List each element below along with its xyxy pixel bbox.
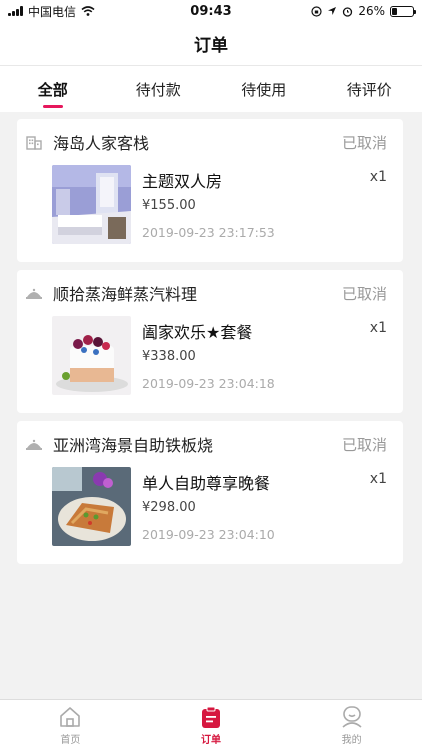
order-card-header[interactable]: 顺拾蒸海鲜蒸汽料理 已取消 xyxy=(17,270,403,316)
page-title: 订单 xyxy=(194,36,228,56)
tab-all[interactable]: 全部 xyxy=(0,66,106,112)
order-time: 2019-09-23 23:17:53 xyxy=(142,225,275,240)
order-card-body[interactable]: 主题双人房 ¥155.00 2019-09-23 23:17:53 x1 xyxy=(17,165,403,244)
order-time: 2019-09-23 23:04:10 xyxy=(142,527,275,542)
tab-label: 待使用 xyxy=(241,80,287,99)
carrier-label: 中国电信 xyxy=(28,4,77,19)
tab-bar-label: 我的 xyxy=(341,734,362,746)
nav-bar: 订单 xyxy=(0,22,422,66)
quantity: x1 xyxy=(369,320,387,336)
battery-percent: 26% xyxy=(358,4,385,18)
product-price: ¥155.00 xyxy=(142,198,196,213)
order-card-header[interactable]: 海岛人家客栈 已取消 xyxy=(17,119,403,165)
status-bar-right: 26% xyxy=(311,4,416,18)
tab-bar-label: 首页 xyxy=(60,734,81,746)
battery-icon xyxy=(390,5,416,17)
tab-pending-review[interactable]: 待评价 xyxy=(317,66,422,112)
product-image xyxy=(52,316,131,395)
status-bar-left: 中国电信 xyxy=(8,3,95,20)
product-price: ¥338.00 xyxy=(142,349,196,364)
bottom-tab-bar: 首页 订单 我的 xyxy=(0,699,422,750)
order-status: 已取消 xyxy=(341,284,387,303)
home-icon xyxy=(60,706,81,727)
product-name: 单人自助尊享晚餐 xyxy=(142,474,271,493)
product-info: 主题双人房 ¥155.00 2019-09-23 23:17:53 xyxy=(142,165,387,244)
order-status: 已取消 xyxy=(341,133,387,152)
product-image xyxy=(52,165,131,244)
profile-icon xyxy=(342,705,362,728)
alarm-icon xyxy=(343,6,353,17)
restaurant-icon xyxy=(26,288,42,299)
product-name: 主题双人房 xyxy=(142,172,223,191)
order-tabs: 全部 待付款 待使用 待评价 xyxy=(0,66,422,112)
order-list: 海岛人家客栈 已取消 主题双人房 ¥155.00 2019-09-23 23:1… xyxy=(17,119,403,572)
order-card-body[interactable]: 单人自助尊享晚餐 ¥298.00 2019-09-23 23:04:10 x1 xyxy=(17,467,403,546)
store-name: 顺拾蒸海鲜蒸汽料理 xyxy=(53,285,198,304)
quantity: x1 xyxy=(369,471,387,487)
tab-pending-payment[interactable]: 待付款 xyxy=(106,66,212,112)
tab-bar-profile[interactable]: 我的 xyxy=(281,700,422,750)
order-card-header[interactable]: 亚洲湾海景自助铁板烧 已取消 xyxy=(17,421,403,467)
product-price: ¥298.00 xyxy=(142,500,196,515)
restaurant-icon xyxy=(26,439,42,450)
tab-pending-use[interactable]: 待使用 xyxy=(211,66,317,112)
status-bar: 中国电信 09:43 26% xyxy=(0,0,422,22)
tab-bar-label: 订单 xyxy=(201,734,221,746)
product-info: 阖家欢乐★套餐 ¥338.00 2019-09-23 23:04:18 xyxy=(142,316,387,395)
product-image xyxy=(52,467,131,546)
hotel-icon xyxy=(26,136,42,150)
product-info: 单人自助尊享晚餐 ¥298.00 2019-09-23 23:04:10 xyxy=(142,467,387,546)
store-name: 海岛人家客栈 xyxy=(53,134,150,153)
order-card[interactable]: 亚洲湾海景自助铁板烧 已取消 单人自助尊享晚餐 ¥298.00 2019-09-… xyxy=(17,421,403,564)
order-time: 2019-09-23 23:04:18 xyxy=(142,376,275,391)
quantity: x1 xyxy=(369,169,387,185)
tab-bar-home[interactable]: 首页 xyxy=(0,700,141,750)
signal-icon xyxy=(8,6,23,16)
tab-bar-orders[interactable]: 订单 xyxy=(141,700,282,750)
order-status: 已取消 xyxy=(341,435,387,454)
location-icon xyxy=(328,7,337,15)
order-card[interactable]: 海岛人家客栈 已取消 主题双人房 ¥155.00 2019-09-23 23:1… xyxy=(17,119,403,262)
wifi-icon xyxy=(81,6,95,16)
order-icon xyxy=(202,706,220,728)
rotation-lock-icon xyxy=(311,5,322,17)
product-name: 阖家欢乐★套餐 xyxy=(142,323,253,342)
tab-label: 待付款 xyxy=(135,80,181,99)
tab-label: 全部 xyxy=(37,80,68,99)
order-card[interactable]: 顺拾蒸海鲜蒸汽料理 已取消 阖家欢乐★套餐 ¥338.00 2019-09-23… xyxy=(17,270,403,413)
tab-active-indicator xyxy=(42,105,63,108)
battery-fill xyxy=(392,7,398,15)
store-name: 亚洲湾海景自助铁板烧 xyxy=(53,436,214,455)
order-card-body[interactable]: 阖家欢乐★套餐 ¥338.00 2019-09-23 23:04:18 x1 xyxy=(17,316,403,395)
tab-label: 待评价 xyxy=(346,80,392,99)
